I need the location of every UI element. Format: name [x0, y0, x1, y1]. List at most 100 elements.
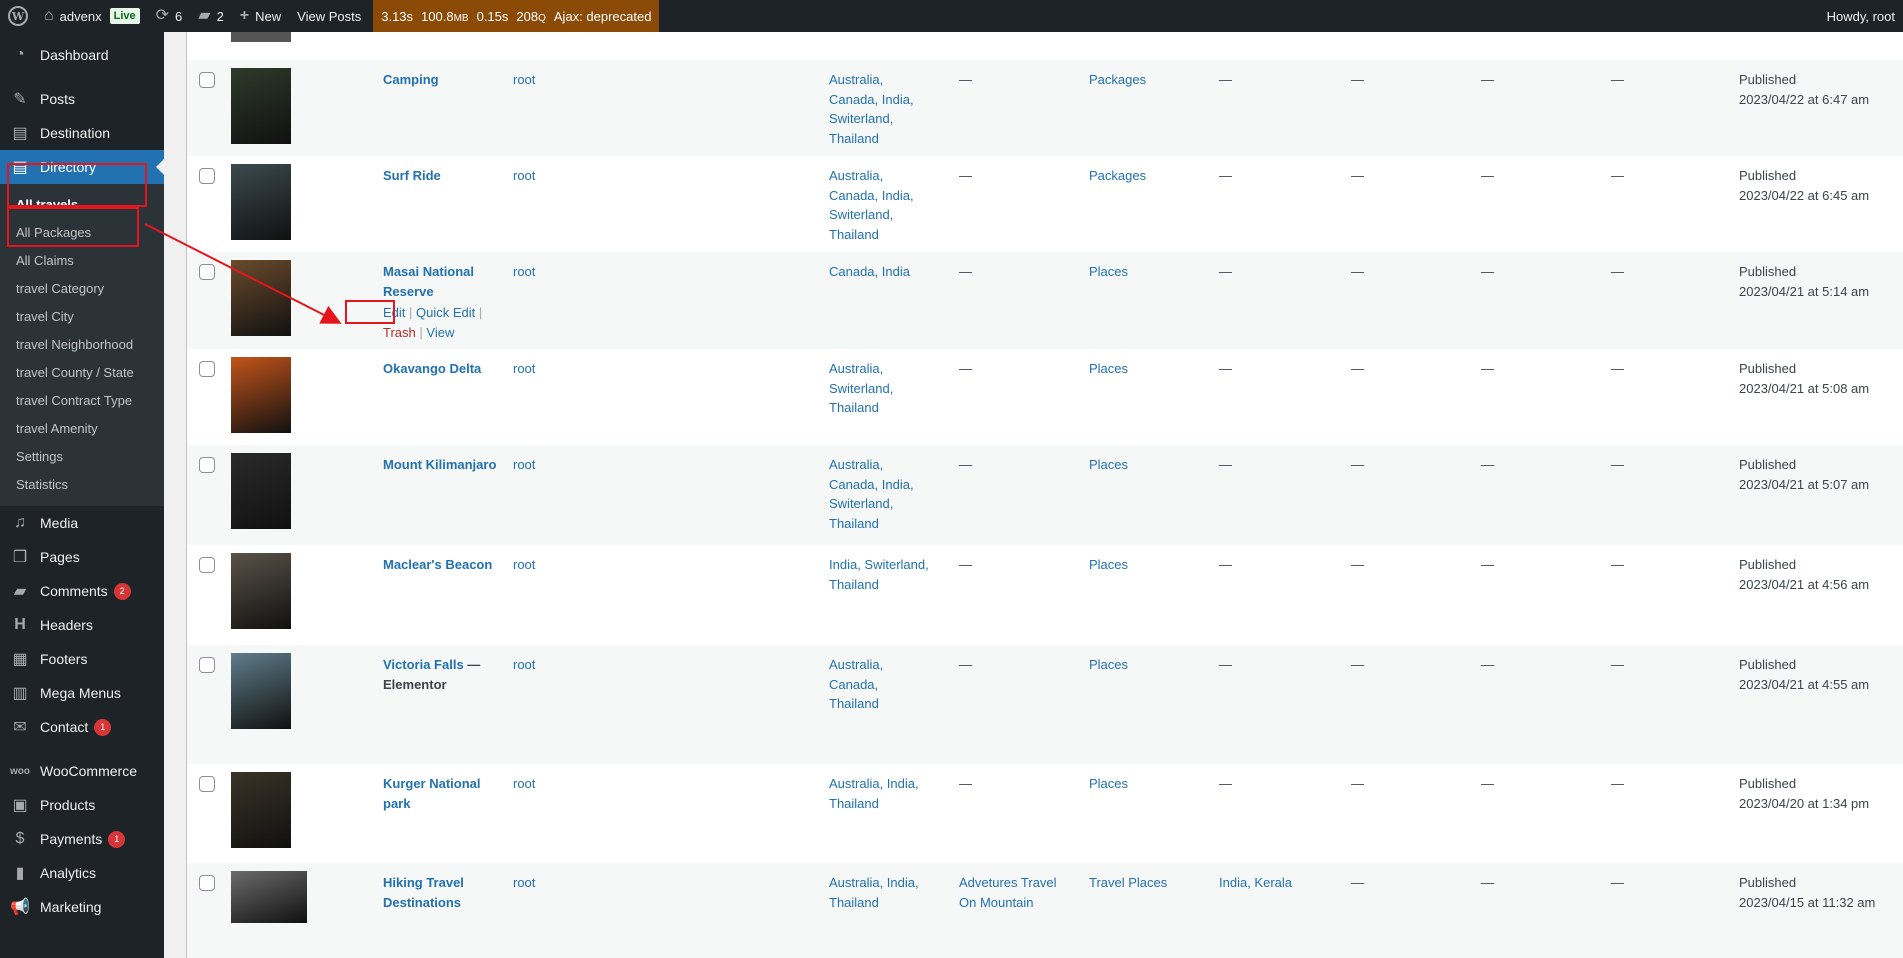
post-title-link[interactable]: Masai National Reserve: [383, 264, 474, 299]
package-type-cell[interactable]: Advetures Travel On Mountain: [959, 873, 1059, 912]
city-cell[interactable]: India, Kerala: [1219, 873, 1292, 893]
row-checkbox[interactable]: [199, 875, 215, 891]
category-link[interactable]: Places: [1089, 262, 1128, 282]
submenu-travel-amenity[interactable]: travel Amenity: [0, 414, 164, 442]
author-link[interactable]: root: [513, 774, 535, 794]
view-link[interactable]: View: [426, 325, 454, 340]
row-checkbox[interactable]: [199, 168, 215, 184]
table-row: Mount Kilimanjaro root Australia, Canada, …: [187, 445, 1903, 545]
my-account-menu[interactable]: Howdy, root: [1819, 0, 1903, 32]
row-checkbox[interactable]: [199, 457, 215, 473]
category-link[interactable]: Travel Places: [1089, 873, 1167, 893]
author-link[interactable]: root: [513, 555, 535, 575]
menu-posts[interactable]: ✎ Posts: [0, 82, 164, 116]
menu-comments[interactable]: ▰ Comments 2: [0, 574, 164, 608]
menu-mega-menus[interactable]: ▥ Mega Menus: [0, 676, 164, 710]
menu-products[interactable]: ▣ Products: [0, 788, 164, 822]
locations-links[interactable]: Australia, India, Thailand: [829, 774, 929, 813]
author-link[interactable]: root: [513, 655, 535, 675]
menu-analytics[interactable]: ▮ Analytics: [0, 856, 164, 890]
qm-queries: 208Q: [516, 8, 546, 24]
menu-marketing[interactable]: 📢 Marketing: [0, 890, 164, 924]
submenu-travel-category[interactable]: travel Category: [0, 274, 164, 302]
menu-destination[interactable]: ▤ Destination: [0, 116, 164, 150]
category-link[interactable]: Packages: [1089, 70, 1146, 90]
menu-dashboard[interactable]: ◔ Dashboard: [0, 38, 164, 72]
locations-links[interactable]: Canada, India: [829, 262, 929, 282]
empty-cell: —: [1351, 657, 1364, 672]
row-checkbox[interactable]: [199, 72, 215, 88]
category-link[interactable]: Packages: [1089, 166, 1146, 186]
locations-links[interactable]: Australia, Canada, Thailand: [829, 655, 929, 714]
row-checkbox[interactable]: [199, 264, 215, 280]
menu-footers[interactable]: ▦ Footers: [0, 642, 164, 676]
site-name-menu[interactable]: ⌂ advenx Live: [36, 0, 148, 32]
row-checkbox[interactable]: [199, 557, 215, 573]
category-link[interactable]: Places: [1089, 359, 1128, 379]
table-row: Kurger National park root Australia, India…: [187, 764, 1903, 863]
menu-payments[interactable]: $ Payments 1: [0, 822, 164, 856]
category-link[interactable]: Places: [1089, 774, 1128, 794]
locations-links[interactable]: Australia, Canada, India, Switerland, Th…: [829, 70, 929, 148]
author-link[interactable]: root: [513, 455, 535, 475]
category-link[interactable]: Places: [1089, 455, 1128, 475]
post-title-link[interactable]: Hiking Travel Destinations: [383, 875, 464, 910]
menu-headers[interactable]: H Headers: [0, 608, 164, 642]
trash-link[interactable]: Trash: [383, 325, 416, 340]
post-date: 2023/04/21 at 5:08 am: [1739, 380, 1870, 396]
row-checkbox[interactable]: [199, 361, 215, 377]
locations-links[interactable]: Australia, Canada, India, Switerland, Th…: [829, 455, 929, 533]
post-title-link[interactable]: Mount Kilimanjaro: [383, 457, 496, 472]
locations-links[interactable]: Australia, India, Thailand: [829, 873, 929, 912]
author-link[interactable]: root: [513, 359, 535, 379]
post-date: 2023/04/21 at 5:07 am: [1739, 476, 1870, 492]
city-cell: —: [1219, 457, 1232, 472]
locations-links[interactable]: Australia, Switerland, Thailand: [829, 359, 929, 418]
menu-contact[interactable]: ✉ Contact 1: [0, 710, 164, 744]
submenu-settings[interactable]: Settings: [0, 442, 164, 470]
new-content-menu[interactable]: + New: [232, 0, 289, 32]
author-link[interactable]: root: [513, 166, 535, 186]
view-posts-link[interactable]: View Posts: [289, 0, 369, 32]
wordpress-logo-menu[interactable]: W: [0, 0, 36, 32]
envelope-icon: ✉: [13, 719, 27, 736]
category-link[interactable]: Places: [1089, 555, 1128, 575]
post-thumbnail: [231, 68, 291, 144]
submenu-statistics[interactable]: Statistics: [0, 470, 164, 498]
table-row: Hiking Travel Destinations root Australia,…: [187, 863, 1903, 958]
menu-pages[interactable]: ❐ Pages: [0, 540, 164, 574]
locations-links[interactable]: Australia, Canada, India, Switerland, Th…: [829, 166, 929, 244]
post-title-link[interactable]: Maclear's Beacon: [383, 557, 492, 572]
post-title-link[interactable]: Kurger National park: [383, 776, 481, 811]
author-link[interactable]: root: [513, 262, 535, 282]
post-thumbnail: [231, 553, 291, 629]
locations-links[interactable]: India, Switerland, Thailand: [829, 555, 929, 594]
query-monitor-menu[interactable]: 3.13s 100.8MB 0.15s 208Q Ajax: deprecate…: [373, 0, 660, 32]
post-title-link[interactable]: Camping: [383, 72, 439, 87]
empty-cell: —: [1481, 557, 1494, 572]
submenu-travel-city[interactable]: travel City: [0, 302, 164, 330]
updates-menu[interactable]: ⟳ 6: [148, 0, 191, 32]
updates-icon: ⟳: [155, 7, 170, 24]
submenu-all-claims[interactable]: All Claims: [0, 246, 164, 274]
row-checkbox[interactable]: [199, 657, 215, 673]
submenu-travel-contract-type[interactable]: travel Contract Type: [0, 386, 164, 414]
menu-media[interactable]: ♫ Media: [0, 506, 164, 540]
post-title-link[interactable]: Okavango Delta: [383, 361, 481, 376]
comments-menu[interactable]: ▰ 2: [190, 0, 232, 32]
table-row: Surf Ride root Australia, Canada, India, S…: [187, 156, 1903, 252]
post-status: Published: [1739, 72, 1797, 87]
post-title-link[interactable]: Surf Ride: [383, 168, 441, 183]
category-link[interactable]: Places: [1089, 655, 1128, 675]
post-title-link[interactable]: Victoria Falls: [383, 657, 464, 672]
author-link[interactable]: root: [513, 873, 535, 893]
submenu-travel-county-state[interactable]: travel County / State: [0, 358, 164, 386]
bar-chart-icon: ▮: [15, 865, 25, 882]
layout-icon: ▤: [12, 125, 28, 142]
quick-edit-link[interactable]: Quick Edit: [416, 305, 475, 320]
row-checkbox[interactable]: [199, 776, 215, 792]
table-row: Okavango Delta root Australia, Switerland,…: [187, 349, 1903, 445]
author-link[interactable]: root: [513, 70, 535, 90]
submenu-travel-neighborhood[interactable]: travel Neighborhood: [0, 330, 164, 358]
menu-woocommerce[interactable]: woo WooCommerce: [0, 754, 164, 788]
